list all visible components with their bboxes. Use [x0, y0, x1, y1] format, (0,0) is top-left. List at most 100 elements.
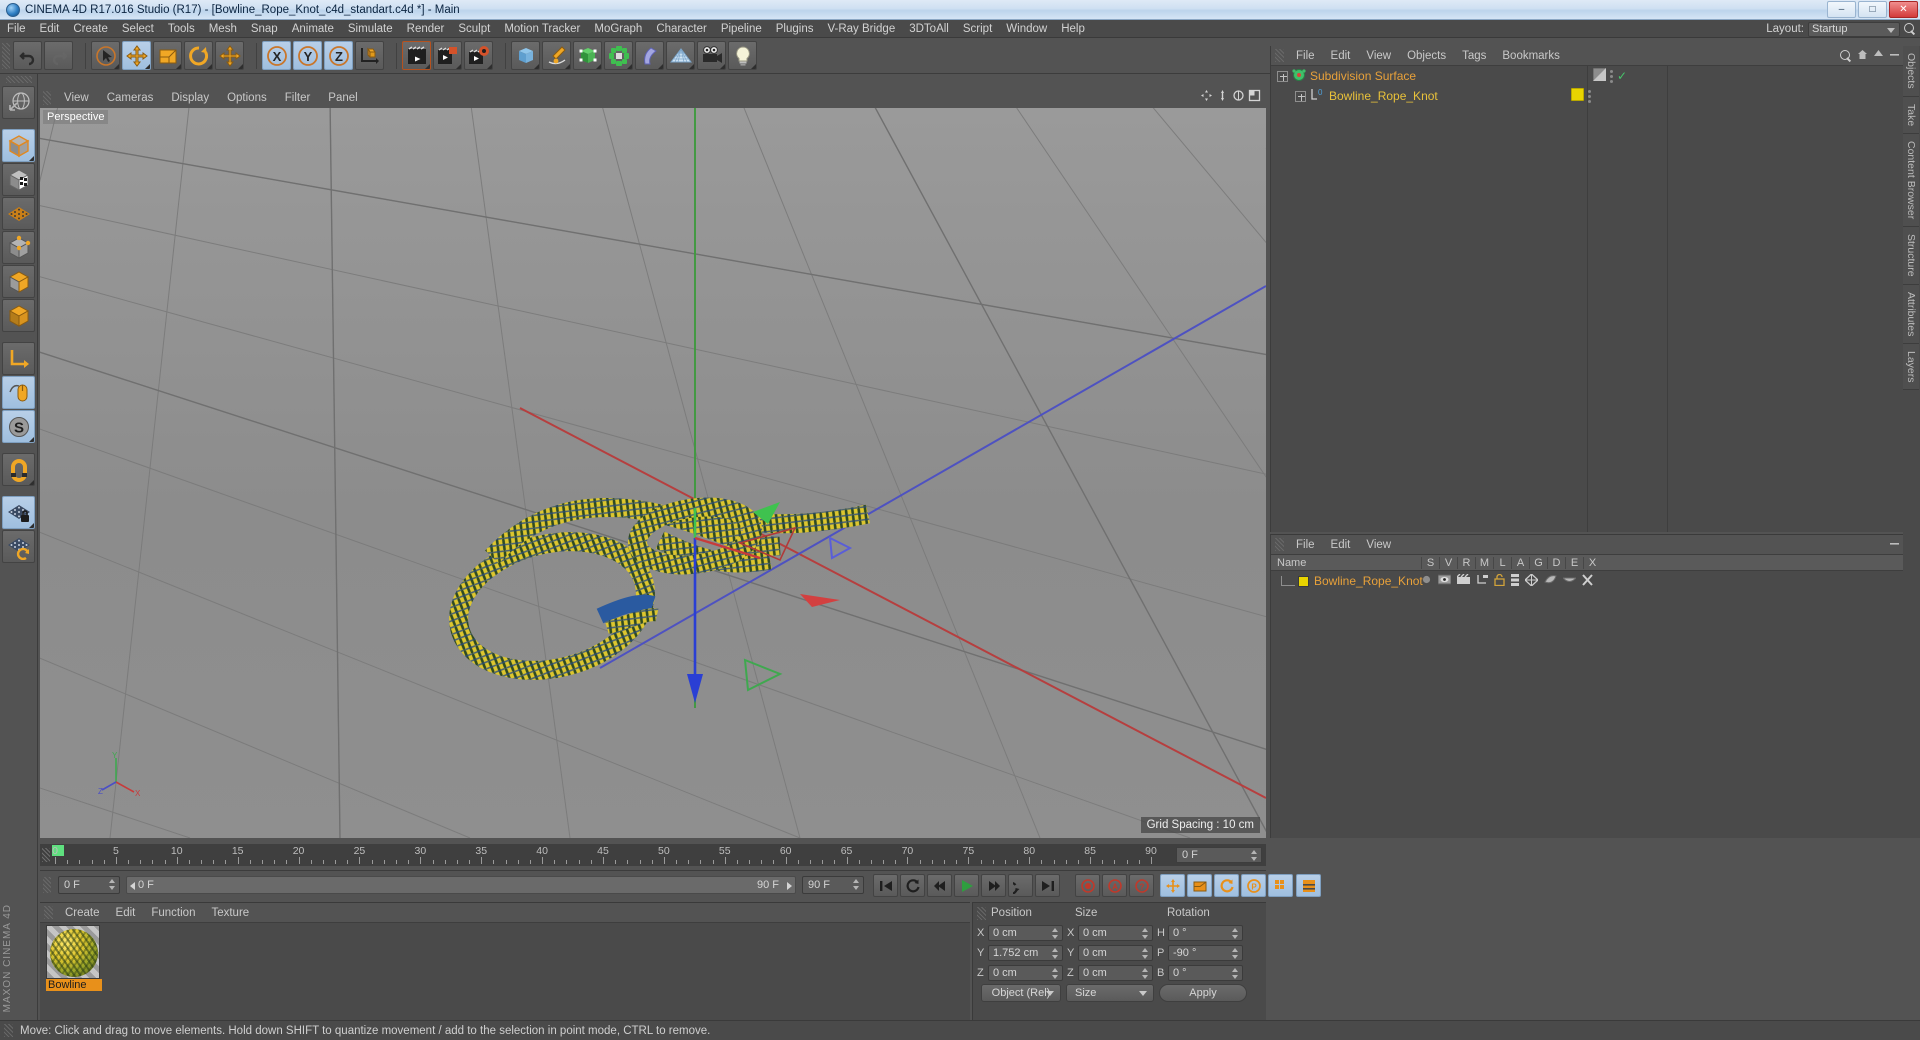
attrmgr-menu-edit[interactable]: Edit: [1323, 535, 1359, 555]
position-x-input[interactable]: 0 cm: [988, 925, 1063, 941]
matmgr-menu-texture[interactable]: Texture: [203, 903, 257, 923]
objmgr-menu-file[interactable]: File: [1288, 46, 1323, 66]
toolbar-grip[interactable]: [2, 42, 10, 69]
viewport-solo-button[interactable]: [2, 376, 35, 409]
current-frame-input[interactable]: 0 F: [58, 876, 120, 894]
go-to-end-button[interactable]: [1035, 874, 1060, 897]
range-right-arrow-icon[interactable]: [787, 882, 792, 890]
menu-item-edit[interactable]: Edit: [33, 20, 67, 38]
column-header-e[interactable]: E: [1565, 556, 1583, 569]
apply-button[interactable]: Apply: [1159, 984, 1247, 1002]
render-view-button[interactable]: [402, 41, 431, 70]
tab-layers[interactable]: Layers: [1903, 343, 1919, 391]
play-forward-button[interactable]: [1008, 874, 1033, 897]
menu-item-select[interactable]: Select: [115, 20, 161, 38]
spinner-icon-px[interactable]: [1052, 928, 1059, 939]
range-left-arrow-icon[interactable]: [130, 882, 135, 890]
attrmgr-menu-file[interactable]: File: [1288, 535, 1323, 555]
rotate-view-icon[interactable]: [1232, 89, 1245, 102]
edges-mode-button[interactable]: [2, 231, 35, 264]
end-frame-input[interactable]: 90 F: [802, 876, 864, 894]
minimize-button[interactable]: –: [1827, 1, 1856, 18]
objmgr-menu-objects[interactable]: Objects: [1399, 46, 1454, 66]
spinner-icon-pz[interactable]: [1052, 968, 1059, 979]
spinner-icon-sy[interactable]: [1142, 948, 1149, 959]
record-rotation-button[interactable]: [1214, 874, 1239, 897]
coordinate-size-dropdown[interactable]: Size: [1066, 984, 1154, 1002]
menu-item-mesh[interactable]: Mesh: [202, 20, 244, 38]
attrmgr-minimize-icon[interactable]: [1889, 538, 1900, 552]
dot-icon[interactable]: [1421, 574, 1432, 588]
objmgr-search-icon[interactable]: [1840, 50, 1852, 62]
tab-content-browser[interactable]: Content Browser: [1903, 133, 1919, 227]
deformer-icon[interactable]: [1524, 572, 1539, 589]
add-deformer-button[interactable]: [635, 41, 664, 70]
column-header-g[interactable]: G: [1529, 556, 1547, 569]
move-duplicate-button[interactable]: [215, 41, 244, 70]
search-icon[interactable]: [1904, 23, 1916, 35]
rotation-h-input[interactable]: 0 °: [1168, 925, 1243, 941]
objmgr-menu-tags[interactable]: Tags: [1454, 46, 1494, 66]
position-y-input[interactable]: 1.752 cm: [988, 945, 1063, 961]
column-header-r[interactable]: R: [1457, 556, 1475, 569]
add-light-button[interactable]: [728, 41, 757, 70]
viewport-menu-grip[interactable]: [43, 91, 51, 105]
play-button[interactable]: [954, 874, 979, 897]
record-position-button[interactable]: [1160, 874, 1185, 897]
menu-item-render[interactable]: Render: [400, 20, 452, 38]
material-name-label[interactable]: Bowline: [46, 979, 102, 991]
add-cube-button[interactable]: [511, 41, 540, 70]
coordinate-mode-dropdown[interactable]: Object (Rel): [981, 984, 1061, 1002]
undo-view-button[interactable]: [2, 86, 35, 119]
viewport-menu-options[interactable]: Options: [218, 88, 276, 108]
enable-snapping-button[interactable]: S: [2, 410, 35, 443]
autokeying-button[interactable]: A: [1102, 874, 1127, 897]
material-item-bowline[interactable]: Bowline: [46, 925, 102, 991]
menu-item-3dtoall[interactable]: 3DToAll: [902, 20, 956, 38]
object-tree[interactable]: Subdivision Surface ✓ 0 Bowline_Rope_Kno…: [1271, 66, 1920, 532]
objmgr-menu-edit[interactable]: Edit: [1323, 46, 1359, 66]
size-z-input[interactable]: 0 cm: [1078, 965, 1153, 981]
menu-item-snap[interactable]: Snap: [244, 20, 285, 38]
axis-corner-icon-button[interactable]: [2, 342, 35, 375]
tab-take[interactable]: Take: [1903, 96, 1919, 134]
render-region-button[interactable]: [433, 41, 462, 70]
add-spline-button[interactable]: [542, 41, 571, 70]
3d-viewport-canvas[interactable]: Perspective Y X Z Grid Spacing: 10 cm: [40, 108, 1266, 838]
objmgr-minimize-icon[interactable]: [1889, 49, 1900, 63]
viewport-menu-cameras[interactable]: Cameras: [98, 88, 163, 108]
zoom-view-icon[interactable]: [1216, 89, 1229, 102]
objmgr-menu-bookmarks[interactable]: Bookmarks: [1494, 46, 1568, 66]
live-selection-button[interactable]: [91, 41, 120, 70]
spinner-icon-sx[interactable]: [1142, 928, 1149, 939]
tab-objects[interactable]: Objects: [1903, 46, 1919, 97]
spinner-icon-py[interactable]: [1052, 948, 1059, 959]
menu-item-tools[interactable]: Tools: [161, 20, 202, 38]
world-object-coordinates-button[interactable]: [355, 41, 384, 70]
objmgr-home-icon[interactable]: [1857, 49, 1868, 63]
column-header-l[interactable]: L: [1493, 556, 1511, 569]
clapper-icon[interactable]: [1456, 573, 1470, 588]
menu-item-mograph[interactable]: MoGraph: [587, 20, 649, 38]
tab-structure[interactable]: Structure: [1903, 227, 1919, 285]
column-header-s[interactable]: S: [1421, 556, 1439, 569]
go-to-start-button[interactable]: [873, 874, 898, 897]
attrmgr-menu-view[interactable]: View: [1358, 535, 1399, 555]
move-tool-button[interactable]: [122, 41, 151, 70]
maximize-button[interactable]: □: [1858, 1, 1887, 18]
matmgr-menu-function[interactable]: Function: [143, 903, 203, 923]
x-icon[interactable]: [1582, 573, 1593, 589]
menu-item-help[interactable]: Help: [1054, 20, 1092, 38]
coordinate-manager-grip[interactable]: [977, 906, 986, 920]
material-grid[interactable]: Bowline: [46, 925, 102, 991]
viewport-menu-panel[interactable]: Panel: [319, 88, 366, 108]
spinner-icon-sz[interactable]: [1142, 968, 1149, 979]
lock-workplane-button[interactable]: [2, 496, 35, 529]
close-button[interactable]: ✕: [1889, 1, 1918, 18]
playback-grip[interactable]: [43, 877, 51, 893]
lock-x-axis-button[interactable]: X: [262, 41, 291, 70]
column-header-a[interactable]: A: [1511, 556, 1529, 569]
viewport-menu-display[interactable]: Display: [162, 88, 218, 108]
menu-item-pipeline[interactable]: Pipeline: [714, 20, 769, 38]
menu-item-animate[interactable]: Animate: [285, 20, 341, 38]
